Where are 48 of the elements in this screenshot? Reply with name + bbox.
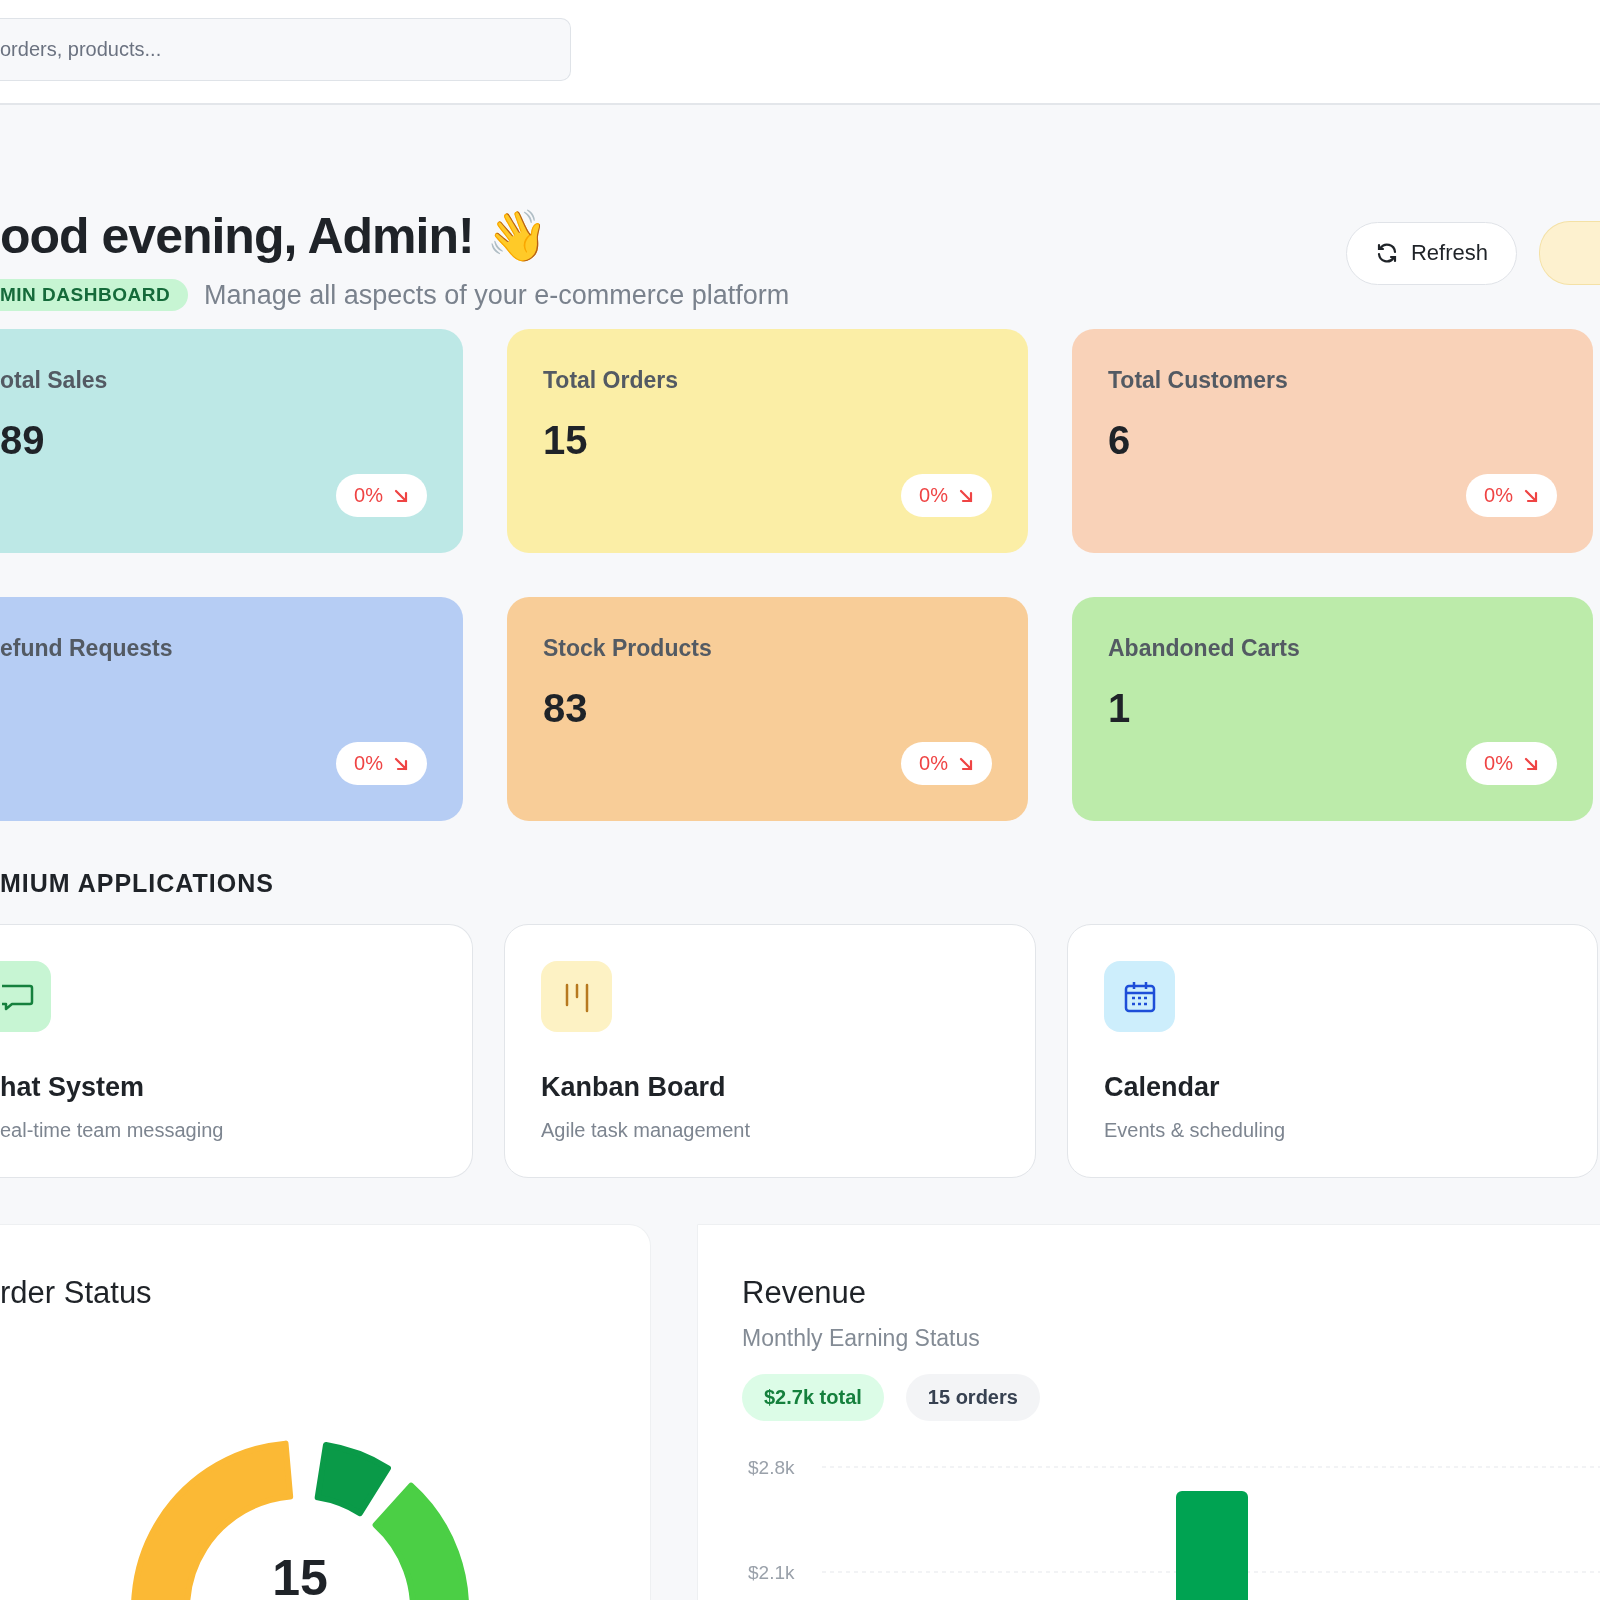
total-badge: $2.7k total (742, 1374, 884, 1421)
trend-pill: 0% (1466, 474, 1557, 517)
app-description: Agile task management (541, 1119, 751, 1142)
trend-down-icon (1523, 755, 1539, 772)
page-subtitle: Manage all aspects of your e-commerce platform (204, 279, 790, 311)
app-card[interactable]: hat System eal-time team messaging (0, 924, 473, 1178)
app-card[interactable]: Calendar Events & scheduling (1067, 924, 1598, 1178)
axis-tick-label: $2.1k (748, 1562, 795, 1583)
role-badge: MIN DASHBOARD (0, 279, 189, 311)
stat-value: 83 (543, 686, 589, 731)
stat-label: efund Requests (0, 635, 173, 661)
section-heading: MIUM APPLICATIONS (0, 869, 275, 898)
app-description: Events & scheduling (1104, 1119, 1287, 1142)
trend-pill: 0% (1466, 742, 1557, 785)
stat-label: Abandoned Carts (1108, 635, 1300, 661)
card-subtitle: Monthly Earning Status (742, 1325, 981, 1352)
card-title: Revenue (742, 1275, 868, 1311)
trend-down-icon (1523, 487, 1539, 504)
app-description: eal-time team messaging (0, 1119, 225, 1142)
refresh-button[interactable]: Refresh (1345, 221, 1517, 285)
gauge-total: 15 (271, 1549, 329, 1600)
stat-label: otal Sales (0, 367, 108, 393)
stat-label: Stock Products (543, 635, 712, 661)
trend-down-icon (958, 755, 974, 772)
app-name: Kanban Board (541, 1072, 727, 1103)
search-field[interactable]: orders, products... (0, 18, 571, 81)
trend-down-icon (393, 755, 409, 772)
trend-down-icon (958, 487, 974, 504)
trend-down-icon (393, 487, 409, 504)
avatar-circle[interactable] (1539, 221, 1600, 285)
stat-value: 6 (1108, 418, 1132, 463)
stat-value: 89 (0, 418, 46, 463)
orders-badge: 15 orders (905, 1374, 1040, 1421)
app-name: hat System (0, 1072, 146, 1103)
greeting-heading: ood evening, Admin! 👋 (0, 207, 549, 265)
stat-label: Total Orders (543, 367, 679, 393)
stat-value: 15 (543, 418, 589, 463)
axis-tick-label: $2.8k (748, 1457, 795, 1478)
card-title: rder Status (0, 1275, 153, 1311)
trend-pill: 0% (336, 742, 427, 785)
trend-pill: 0% (901, 474, 992, 517)
stat-label: Total Customers (1108, 367, 1288, 393)
stat-value: 1 (1108, 686, 1132, 731)
calendar-icon (1122, 979, 1157, 1014)
app-name: Calendar (1104, 1072, 1221, 1103)
app-card[interactable]: Kanban Board Agile task management (504, 924, 1036, 1178)
trend-pill: 0% (901, 742, 992, 785)
trend-pill: 0% (336, 474, 427, 517)
